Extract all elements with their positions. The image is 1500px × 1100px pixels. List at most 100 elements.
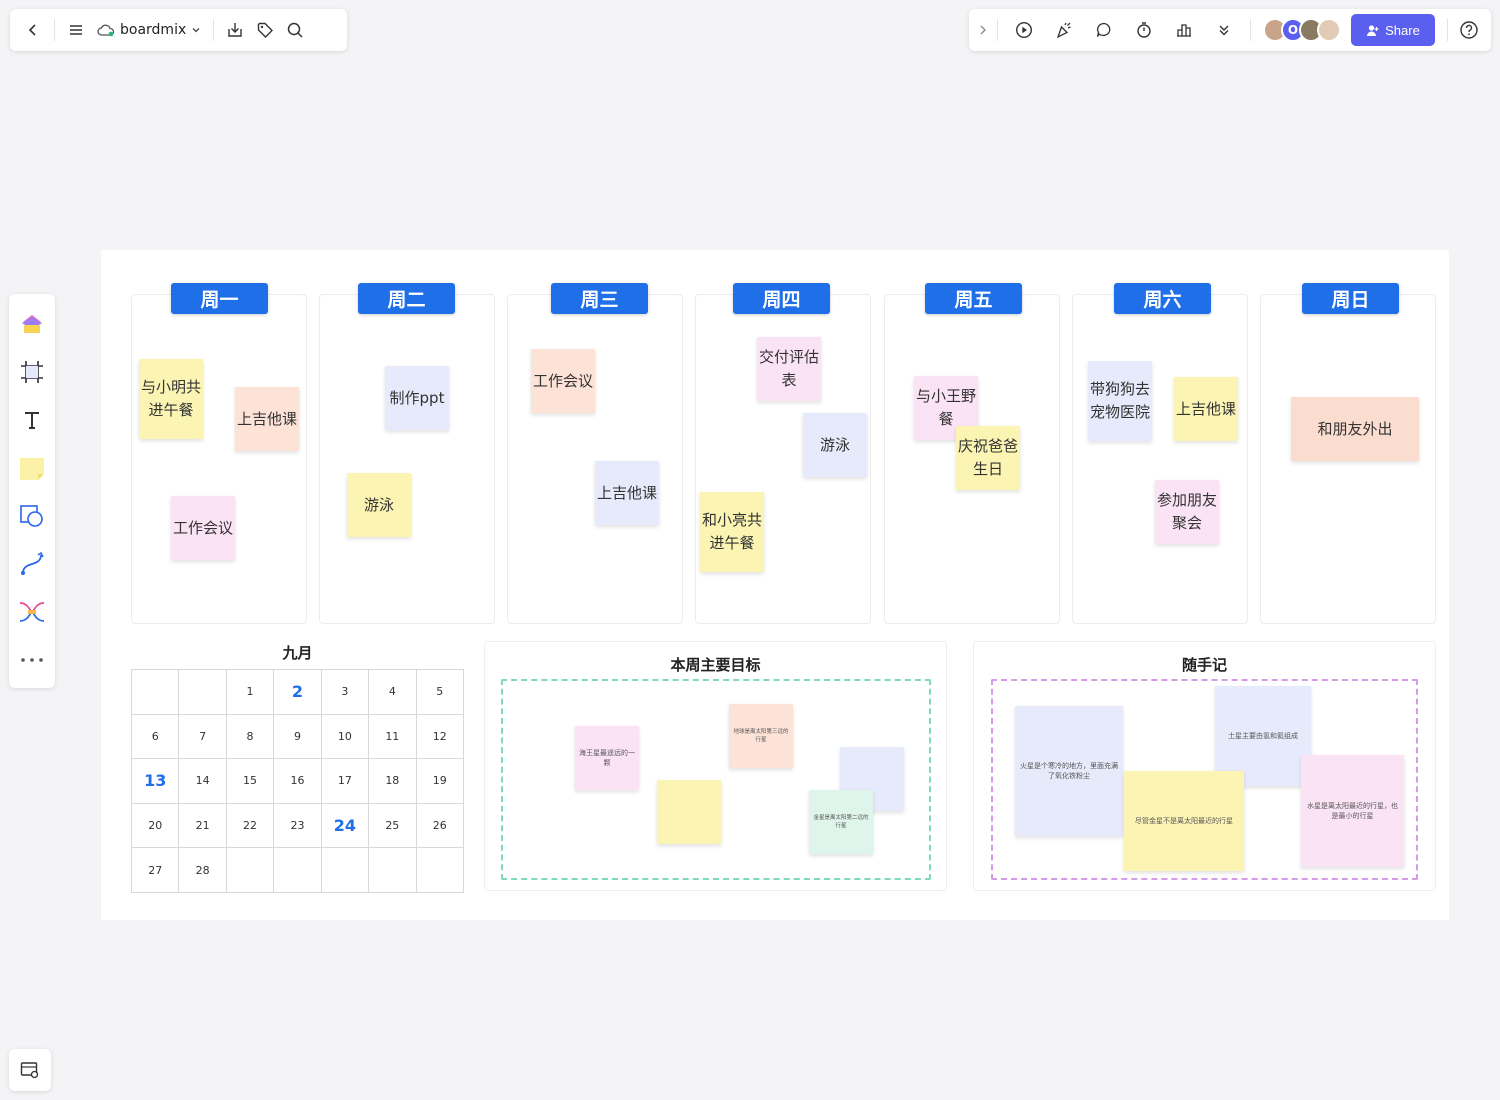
sticky-note[interactable]: 火星是个寒冷的地方，里面充满了氧化铁粉尘 [1015, 706, 1123, 836]
timer-button[interactable] [1129, 15, 1159, 45]
sticky-note[interactable]: 制作ppt [385, 366, 449, 430]
calendar-day[interactable]: 1 [225, 669, 275, 715]
shape-tool[interactable] [14, 492, 50, 540]
calendar-day[interactable]: 10 [320, 713, 370, 760]
chevron-right-icon [980, 25, 986, 35]
more-tools-button[interactable] [1209, 15, 1239, 45]
sticky-note[interactable]: 上吉他课 [235, 387, 299, 451]
present-button[interactable] [1009, 15, 1039, 45]
more-tools[interactable] [14, 636, 50, 684]
back-button[interactable] [18, 15, 48, 45]
calendar-day[interactable]: 26 [415, 802, 465, 849]
minimap-button[interactable] [9, 1049, 51, 1091]
sticky-note-tool[interactable] [14, 444, 50, 492]
calendar-day[interactable]: 25 [368, 802, 417, 849]
calendar-day[interactable]: 18 [368, 758, 417, 804]
sticky-note[interactable]: 交付评估表 [757, 337, 821, 401]
share-button[interactable]: Share [1351, 14, 1435, 46]
calendar-day[interactable]: 23 [273, 802, 322, 849]
calendar-day[interactable]: 14 [178, 758, 227, 804]
calendar-day[interactable]: 20 [130, 802, 180, 849]
frame-tool[interactable] [14, 348, 50, 396]
comment-icon [1096, 22, 1111, 37]
sticky-note[interactable]: 金星是离太阳第二远的行星 [809, 790, 873, 854]
calendar-day[interactable]: 5 [415, 669, 465, 715]
calendar-day[interactable]: 16 [273, 758, 322, 804]
day-header-mon[interactable]: 周一 [171, 283, 268, 314]
avatar [1317, 18, 1341, 42]
day-header-sun[interactable]: 周日 [1302, 283, 1399, 314]
sticky-note[interactable]: 和朋友外出 [1291, 397, 1419, 461]
cloud-icon [97, 24, 115, 37]
calendar-day[interactable]: 7 [178, 713, 227, 760]
templates-tool[interactable] [14, 300, 50, 348]
calendar-day[interactable]: 19 [415, 758, 465, 804]
calendar-day[interactable]: 6 [130, 713, 180, 760]
calendar-day[interactable]: 27 [130, 847, 180, 893]
sticky-note[interactable]: 和小亮共进午餐 [700, 492, 764, 572]
day-column-sat [1072, 294, 1248, 624]
sticky-note[interactable]: 工作会议 [171, 496, 235, 560]
help-button[interactable] [1454, 15, 1484, 45]
sticky-note[interactable]: 与小明共进午餐 [139, 359, 203, 439]
calendar-day[interactable]: 4 [368, 669, 417, 715]
calendar-day[interactable]: 8 [225, 713, 275, 760]
expand-toolbar-button[interactable] [975, 15, 991, 45]
calendar-day[interactable]: 12 [415, 713, 465, 760]
file-name-dropdown[interactable]: boardmix [91, 22, 207, 38]
calendar-empty-cell [320, 847, 370, 893]
sticky-note[interactable] [657, 780, 721, 844]
calendar-day[interactable]: 2 [273, 669, 322, 715]
file-name: boardmix [120, 22, 187, 38]
calendar-week-row: 13 14 15 16 17 18 19 [130, 758, 465, 804]
day-header-wed[interactable]: 周三 [551, 283, 648, 314]
day-header-tue[interactable]: 周二 [358, 283, 455, 314]
sticky-note[interactable]: 上吉他课 [595, 461, 659, 525]
calendar-day[interactable]: 9 [273, 713, 322, 760]
sticky-note[interactable]: 地球是离太阳第三远的行星 [729, 704, 793, 768]
calendar-empty-cell [415, 847, 465, 893]
calendar-day[interactable]: 11 [368, 713, 417, 760]
calendar-day[interactable]: 17 [320, 758, 370, 804]
divider [1250, 19, 1251, 41]
sticky-note[interactable]: 庆祝爸爸生日 [956, 426, 1020, 490]
sticky-note[interactable]: 尽管金星不是离太阳最近的行星 [1124, 771, 1244, 871]
timer-icon [1137, 22, 1151, 38]
calendar-day[interactable]: 21 [178, 802, 227, 849]
calendar-day[interactable]: 24 [320, 802, 370, 849]
sticky-note[interactable]: 水星是离太阳最近的行星，也是最小的行星 [1301, 755, 1404, 867]
sticky-note[interactable]: 游泳 [803, 413, 867, 477]
sticky-note[interactable]: 游泳 [347, 473, 411, 537]
celebrate-button[interactable] [1049, 15, 1079, 45]
sticky-note[interactable]: 上吉他课 [1174, 377, 1238, 441]
tag-button[interactable] [250, 15, 280, 45]
day-header-thu[interactable]: 周四 [733, 283, 830, 314]
download-button[interactable] [220, 15, 250, 45]
top-right-toolbar: O Share [969, 9, 1491, 51]
calendar-day[interactable]: 28 [178, 847, 227, 893]
calendar-day[interactable]: 22 [225, 802, 275, 849]
divider [1447, 19, 1448, 41]
collaborator-avatars[interactable]: O [1263, 18, 1341, 42]
sticky-note[interactable]: 参加朋友聚会 [1155, 480, 1219, 544]
calendar-empty-cell [225, 847, 275, 893]
search-button[interactable] [280, 15, 310, 45]
more-dots-icon [21, 658, 43, 662]
text-tool[interactable] [14, 396, 50, 444]
calendar-day[interactable]: 13 [130, 758, 180, 804]
sticky-note[interactable]: 海王星最遥远的一颗 [575, 726, 639, 790]
calendar-week-row: 27 28 [130, 847, 465, 893]
calendar-day[interactable]: 15 [225, 758, 275, 804]
curve-connector-icon [21, 551, 44, 575]
hamburger-icon [70, 25, 82, 35]
day-header-sat[interactable]: 周六 [1114, 283, 1211, 314]
connector-tool[interactable] [14, 540, 50, 588]
mindmap-tool[interactable] [14, 588, 50, 636]
sticky-note[interactable]: 工作会议 [531, 349, 595, 413]
sticky-note[interactable]: 带狗狗去宠物医院 [1088, 361, 1152, 441]
calendar-day[interactable]: 3 [320, 669, 370, 715]
day-header-fri[interactable]: 周五 [925, 283, 1022, 314]
vote-button[interactable] [1169, 15, 1199, 45]
comment-button[interactable] [1089, 15, 1119, 45]
menu-button[interactable] [61, 15, 91, 45]
